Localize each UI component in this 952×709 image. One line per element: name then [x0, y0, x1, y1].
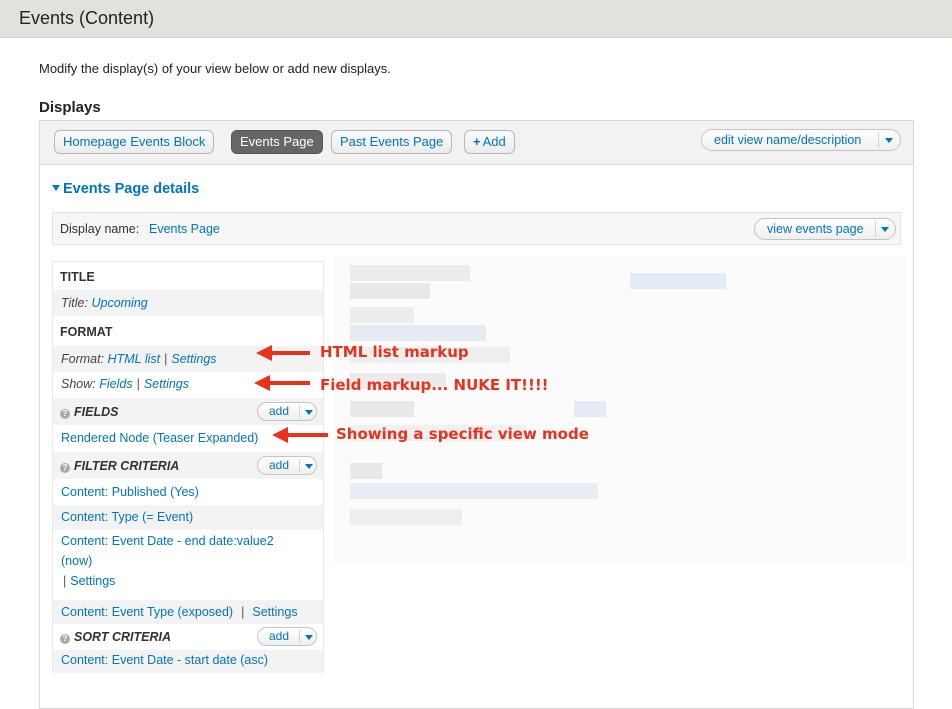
blurred-block — [350, 401, 414, 417]
add-display-label: Add — [482, 134, 506, 149]
filter-add-label: add — [269, 458, 290, 472]
annotation-arrow — [254, 375, 310, 391]
tab-past-events-page[interactable]: Past Events Page — [331, 130, 453, 154]
fields-section-header: ? FIELDS add — [53, 398, 323, 425]
pill-divider — [878, 132, 879, 148]
add-display-button[interactable]: + Add — [464, 130, 515, 154]
display-name-link[interactable]: Events Page — [149, 222, 220, 236]
annotation-arrow — [272, 427, 328, 443]
help-icon[interactable]: ? — [60, 409, 70, 419]
filter-item-type-link[interactable]: Content: Type (= Event) — [61, 510, 193, 524]
filter-item-settings-link[interactable]: Settings — [70, 574, 115, 588]
blurred-preview-area — [334, 255, 906, 565]
blurred-block — [350, 283, 430, 299]
arrow-shaft — [286, 433, 328, 437]
filter-item-event-date-link[interactable]: Content: Event Date - end date:value2 — [61, 534, 274, 548]
blurred-block — [350, 325, 486, 341]
title-label: Title: — [61, 296, 88, 310]
filter-item-row: Content: Published (Yes) — [53, 479, 323, 505]
intro-text: Modify the display(s) of your view below… — [39, 61, 391, 76]
blurred-block — [350, 483, 598, 499]
format-section-header: FORMAT — [53, 316, 323, 346]
pipe-separator: | — [241, 605, 245, 619]
field-item-link[interactable]: Rendered Node (Teaser Expanded) — [61, 431, 258, 445]
arrow-shaft — [270, 351, 310, 355]
title-bar: Events (Content) — [0, 0, 952, 38]
pipe-separator: | — [164, 352, 168, 366]
title-section-header: TITLE — [53, 262, 323, 290]
title-section-label: TITLE — [60, 270, 95, 284]
title-row: Title: Upcoming — [53, 290, 323, 316]
fields-add-label: add — [269, 404, 290, 418]
sort-item-row: Content: Event Date - start date (asc) — [53, 650, 323, 673]
annotation-field-markup: Field markup... NUKE IT!!!! — [320, 376, 549, 394]
displays-heading: Displays — [39, 99, 101, 116]
chevron-down-icon[interactable] — [881, 227, 889, 232]
pill-divider — [299, 630, 300, 643]
show-settings-link[interactable]: Settings — [144, 377, 189, 391]
sort-add-button[interactable]: add — [257, 627, 317, 646]
blurred-block — [350, 307, 414, 323]
collapse-triangle-icon — [52, 185, 60, 191]
pill-divider — [299, 459, 300, 472]
sort-section-header: ? SORT CRITERIA add — [53, 624, 323, 650]
display-name-bar: Display name: Events Page view events pa… — [52, 212, 901, 245]
view-page-label: view events page — [767, 222, 864, 236]
title-value-link[interactable]: Upcoming — [91, 296, 147, 310]
tab-events-page[interactable]: Events Page — [231, 130, 323, 154]
help-icon[interactable]: ? — [60, 463, 70, 473]
filter-item-event-date-now-link[interactable]: (now) — [61, 554, 92, 568]
details-toggle[interactable]: Events Page details — [52, 181, 199, 197]
filter-item-row: Content: Event Date - end date:value2 (n… — [53, 530, 323, 600]
blurred-block — [350, 509, 462, 525]
displays-tab-bar: Homepage Events Block Events Page Past E… — [39, 120, 914, 164]
help-icon[interactable]: ? — [60, 634, 70, 644]
tab-homepage-events-block[interactable]: Homepage Events Block — [54, 130, 215, 154]
fields-section-label: FIELDS — [74, 405, 119, 419]
edit-view-name-label: edit view name/description — [714, 133, 862, 147]
blurred-block — [630, 273, 726, 289]
filter-add-button[interactable]: add — [257, 456, 317, 475]
sort-add-label: add — [269, 629, 290, 643]
sort-section-label: SORT CRITERIA — [74, 630, 171, 644]
format-value-link[interactable]: HTML list — [108, 352, 161, 366]
view-page-button[interactable]: view events page — [754, 218, 896, 240]
filter-item-event-type-link[interactable]: Content: Event Type (exposed) — [61, 605, 233, 619]
format-settings-link[interactable]: Settings — [171, 352, 216, 366]
format-label: Format: — [61, 352, 105, 366]
plus-icon: + — [473, 134, 481, 149]
filter-item-row: Content: Type (= Event) — [53, 505, 323, 530]
show-label: Show: — [61, 377, 96, 391]
display-name-label: Display name: — [60, 222, 140, 236]
blurred-block — [350, 265, 470, 281]
filter-item-published-link[interactable]: Content: Published (Yes) — [61, 485, 199, 499]
filter-section-header: ? FILTER CRITERIA add — [53, 452, 323, 479]
filter-item-event-type-settings-link[interactable]: Settings — [252, 605, 297, 619]
pill-divider — [299, 405, 300, 418]
details-toggle-label: Events Page details — [63, 181, 200, 197]
arrow-shaft — [268, 381, 310, 385]
sort-item-link[interactable]: Content: Event Date - start date (asc) — [61, 653, 268, 667]
pill-divider — [875, 221, 876, 237]
blurred-block — [350, 463, 382, 479]
chevron-down-icon[interactable] — [305, 635, 313, 640]
chevron-down-icon[interactable] — [305, 464, 313, 469]
blurred-block — [574, 401, 606, 417]
chevron-down-icon[interactable] — [885, 138, 893, 143]
pipe-separator: | — [63, 574, 67, 588]
chevron-down-icon[interactable] — [305, 410, 313, 415]
annotation-view-mode: Showing a specific view mode — [336, 425, 589, 443]
pipe-separator: | — [136, 377, 140, 391]
fields-add-button[interactable]: add — [257, 402, 317, 421]
settings-column: TITLE Title: Upcoming FORMAT Format: HTM… — [52, 261, 324, 673]
show-value-link[interactable]: Fields — [99, 377, 132, 391]
filter-section-label: FILTER CRITERIA — [74, 459, 180, 473]
annotation-arrow — [256, 345, 310, 361]
edit-view-name-button[interactable]: edit view name/description — [701, 129, 901, 151]
filter-item-row: Content: Event Type (exposed) | Settings — [53, 600, 323, 624]
page-title: Events (Content) — [19, 8, 155, 28]
format-section-label: FORMAT — [60, 325, 113, 339]
annotation-html-list: HTML list markup — [320, 343, 469, 361]
